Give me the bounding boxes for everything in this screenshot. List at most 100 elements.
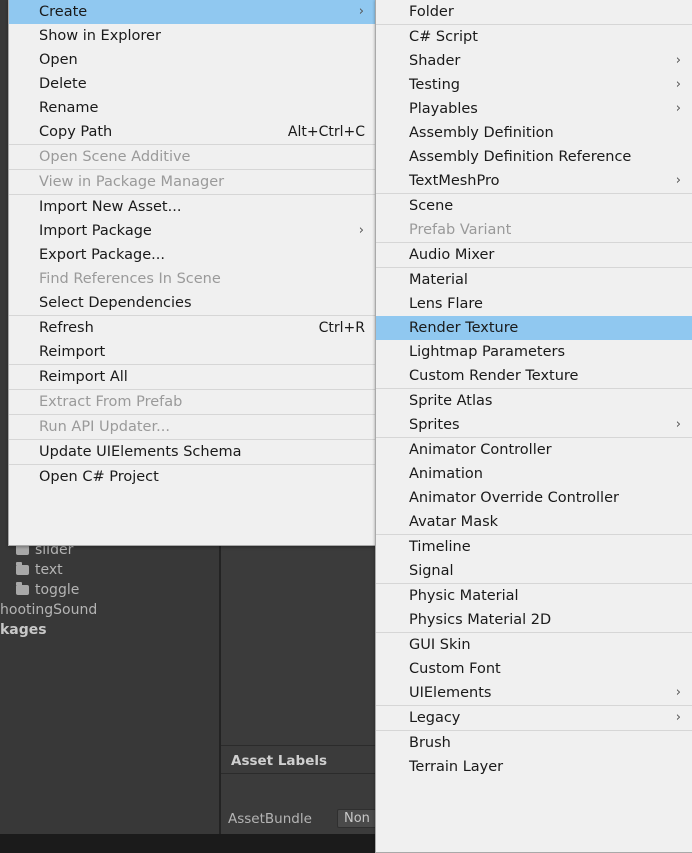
create-submenu-item-physic-material[interactable]: Physic Material [376, 584, 692, 608]
create-submenu-item-label: Material [409, 272, 468, 288]
context-menu-item-extract-from-prefab: Extract From Prefab [9, 390, 375, 414]
create-submenu-item-uielements[interactable]: UIElements › [376, 681, 692, 705]
create-submenu-item-label: Avatar Mask [409, 514, 499, 530]
context-menu-item-reimport[interactable]: Reimport [9, 340, 375, 364]
create-submenu-item-sprites[interactable]: Sprites › [376, 413, 692, 437]
context-menu-item-open-c-project[interactable]: Open C# Project [9, 465, 375, 489]
context-menu-item-view-in-package-manager: View in Package Manager [9, 170, 375, 194]
assetbundle-dropdown[interactable]: Non [337, 809, 377, 828]
create-submenu-item-label: Assembly Definition [409, 125, 554, 141]
create-submenu-item-sprite-atlas[interactable]: Sprite Atlas [376, 389, 692, 413]
create-submenu-item-shader[interactable]: Shader › [376, 49, 692, 73]
create-submenu-item-label: Animation [409, 466, 483, 482]
create-submenu-item-assembly-definition[interactable]: Assembly Definition [376, 121, 692, 145]
context-menu-item-update-uielements-schema[interactable]: Update UIElements Schema [9, 440, 375, 464]
context-menu-item-label: Refresh [39, 320, 94, 336]
create-submenu-item-brush[interactable]: Brush [376, 731, 692, 755]
create-submenu-item-terrain-layer[interactable]: Terrain Layer [376, 755, 692, 779]
context-menu-item-label: View in Package Manager [39, 174, 225, 190]
folder-icon [16, 562, 29, 575]
assetbundle-label: AssetBundle [228, 811, 312, 827]
create-submenu-item-label: GUI Skin [409, 637, 471, 653]
project-tree-item-label: text [35, 562, 63, 578]
context-menu-item-open[interactable]: Open [9, 48, 375, 72]
create-submenu-item-signal[interactable]: Signal [376, 559, 692, 583]
create-submenu-item-label: Lightmap Parameters [409, 344, 566, 360]
context-menu-item-create[interactable]: Create › [9, 0, 375, 24]
create-submenu-item-animation[interactable]: Animation [376, 462, 692, 486]
context-menu-item-import-package[interactable]: Import Package › [9, 219, 375, 243]
create-submenu-item-label: Sprite Atlas [409, 393, 493, 409]
chevron-right-icon: › [675, 77, 681, 92]
project-tree-item[interactable]: hootingSound [0, 600, 97, 620]
create-submenu-item-label: UIElements [409, 685, 492, 701]
create-submenu-item-lightmap-parameters[interactable]: Lightmap Parameters [376, 340, 692, 364]
create-submenu-item-render-texture[interactable]: Render Texture [376, 316, 692, 340]
create-submenu-item-custom-font[interactable]: Custom Font [376, 657, 692, 681]
context-menu-item-label: Reimport All [39, 369, 128, 385]
context-menu-item-find-references-in-scene: Find References In Scene [9, 267, 375, 291]
create-submenu-item-folder[interactable]: Folder [376, 0, 692, 24]
context-menu-item-refresh[interactable]: Refresh Ctrl+R [9, 316, 375, 340]
create-submenu-item-legacy[interactable]: Legacy › [376, 706, 692, 730]
create-submenu-item-audio-mixer[interactable]: Audio Mixer [376, 243, 692, 267]
unity-editor-screen: slider text toggle hootingSound kages Asset … [0, 0, 692, 853]
create-submenu-item-label: Lens Flare [409, 296, 483, 312]
context-menu-item-delete[interactable]: Delete [9, 72, 375, 96]
context-menu-item-label: Export Package... [39, 247, 166, 263]
create-submenu-item-textmeshpro[interactable]: TextMeshPro › [376, 169, 692, 193]
project-tree-item-label: toggle [35, 582, 80, 598]
create-submenu-item-label: Animator Controller [409, 442, 552, 458]
context-menu-item-label: Delete [39, 76, 87, 92]
create-submenu-item-animator-override-controller[interactable]: Animator Override Controller [376, 486, 692, 510]
asset-context-menu: Create › Show in Explorer Open Delete Rename C… [8, 0, 376, 546]
create-submenu-item-label: Prefab Variant [409, 222, 512, 238]
create-submenu-item-testing[interactable]: Testing › [376, 73, 692, 97]
create-submenu-item-c-script[interactable]: C# Script [376, 25, 692, 49]
context-menu-item-label: Run API Updater... [39, 419, 170, 435]
project-tree-item-label: kages [0, 622, 47, 638]
context-menu-item-reimport-all[interactable]: Reimport All [9, 365, 375, 389]
project-tree-item[interactable]: kages [0, 620, 47, 640]
context-menu-item-label: Import Package [39, 223, 152, 239]
create-submenu-item-playables[interactable]: Playables › [376, 97, 692, 121]
create-submenu-item-label: Shader [409, 53, 461, 69]
create-submenu-item-lens-flare[interactable]: Lens Flare [376, 292, 692, 316]
create-submenu-item-scene[interactable]: Scene [376, 194, 692, 218]
context-menu-item-rename[interactable]: Rename [9, 96, 375, 120]
create-submenu-item-label: Custom Render Texture [409, 368, 579, 384]
create-submenu-item-avatar-mask[interactable]: Avatar Mask [376, 510, 692, 534]
create-submenu-item-label: Folder [409, 4, 454, 20]
context-menu-item-copy-path[interactable]: Copy Path Alt+Ctrl+C [9, 120, 375, 144]
project-tree-item-label: hootingSound [0, 602, 98, 618]
create-submenu-item-label: Timeline [409, 539, 471, 555]
context-menu-item-import-new-asset[interactable]: Import New Asset... [9, 195, 375, 219]
context-menu-item-open-scene-additive: Open Scene Additive [9, 145, 375, 169]
create-submenu-item-custom-render-texture[interactable]: Custom Render Texture [376, 364, 692, 388]
chevron-right-icon: › [675, 53, 681, 68]
chevron-right-icon: › [358, 223, 364, 238]
create-submenu-item-animator-controller[interactable]: Animator Controller [376, 438, 692, 462]
create-submenu-item-gui-skin[interactable]: GUI Skin [376, 633, 692, 657]
context-menu-item-label: Import New Asset... [39, 199, 182, 215]
context-menu-item-label: Extract From Prefab [39, 394, 183, 410]
context-menu-item-label: Rename [39, 100, 99, 116]
project-tree-item[interactable]: text [0, 560, 63, 580]
create-submenu-item-label: Custom Font [409, 661, 501, 677]
context-menu-item-label: Open C# Project [39, 469, 159, 485]
create-submenu-item-timeline[interactable]: Timeline [376, 535, 692, 559]
asset-labels-header: Asset Labels [221, 749, 376, 774]
create-submenu-item-label: Signal [409, 563, 454, 579]
create-submenu-item-label: Sprites [409, 417, 460, 433]
context-menu-item-label: Copy Path [39, 124, 113, 140]
create-submenu-item-label: TextMeshPro [409, 173, 500, 189]
context-menu-item-export-package[interactable]: Export Package... [9, 243, 375, 267]
create-submenu-item-physics-material-2d[interactable]: Physics Material 2D [376, 608, 692, 632]
create-submenu-item-assembly-definition-reference[interactable]: Assembly Definition Reference [376, 145, 692, 169]
context-menu-item-select-dependencies[interactable]: Select Dependencies [9, 291, 375, 315]
context-menu-item-show-in-explorer[interactable]: Show in Explorer [9, 24, 375, 48]
create-submenu-item-label: Animator Override Controller [409, 490, 619, 506]
project-tree-item[interactable]: toggle [0, 580, 79, 600]
create-submenu-item-material[interactable]: Material [376, 268, 692, 292]
context-menu-item-label: Show in Explorer [39, 28, 161, 44]
